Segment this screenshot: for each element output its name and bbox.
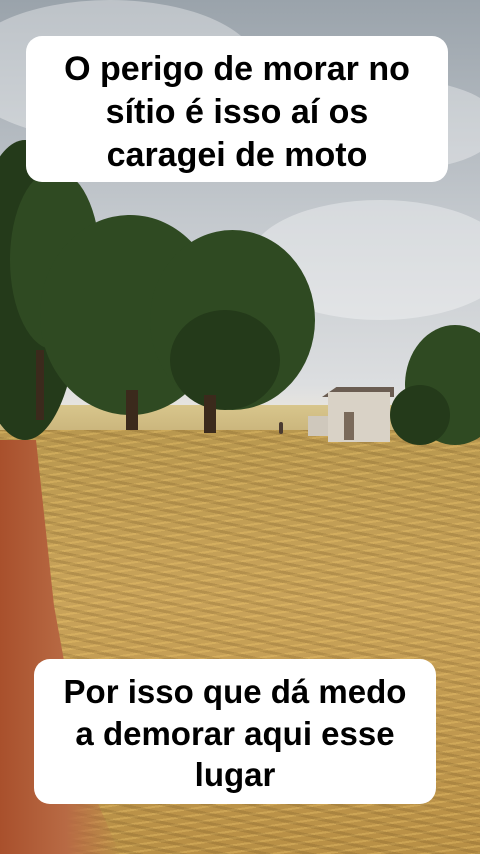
photo-scene: O perigo de morar no sítio é isso aí os …: [0, 0, 480, 854]
bottom-caption: Por isso que dá medo a demorar aqui esse…: [34, 659, 436, 804]
farmhouse: [328, 392, 390, 442]
tree: [170, 310, 280, 410]
person: [279, 422, 283, 434]
tree-trunk: [204, 395, 216, 433]
caption-line: Por isso que dá medo: [63, 673, 407, 710]
caption-line: sítio é isso aí os: [105, 92, 369, 131]
tree-trunk: [36, 350, 44, 420]
caption-line: a demorar aqui esse: [75, 714, 395, 752]
top-caption: O perigo de morar no sítio é isso aí os …: [26, 36, 448, 183]
caption-line: O perigo de morar no: [64, 50, 410, 88]
shed: [308, 416, 330, 436]
house-door: [344, 412, 354, 440]
caption-line: lugar: [194, 756, 276, 794]
tree-trunk: [126, 390, 138, 430]
tree: [390, 385, 450, 445]
caption-line: caragei de moto: [106, 135, 368, 174]
